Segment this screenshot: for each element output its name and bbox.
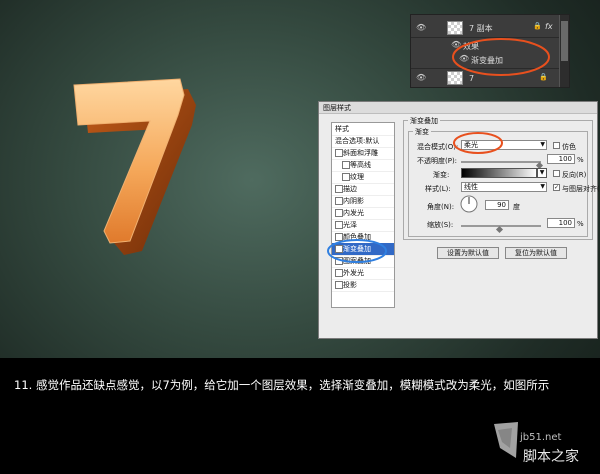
style-select[interactable]: 线性 ▼: [461, 182, 547, 192]
orange-seven-artwork: 7: [60, 55, 210, 260]
opacity-unit: %: [577, 156, 584, 164]
dialog-title: 图层样式: [323, 104, 351, 112]
chevron-down-icon: ▼: [540, 141, 545, 148]
scale-unit: %: [577, 220, 584, 228]
group-title: 渐变叠加: [408, 116, 440, 126]
dither-checkbox[interactable]: [553, 142, 560, 149]
watermark-url: jb51.net: [520, 432, 562, 443]
fx-icon[interactable]: fx: [545, 22, 553, 31]
annotation-circle-blend: [453, 132, 503, 154]
tutorial-screenshot: 7 👁 7 副本 🔒 fx 👁 效果 👁 渐变叠加 👁 7 🔒 图层样式 样式 …: [0, 0, 600, 474]
subgroup-title: 渐变: [413, 127, 431, 137]
layer-style-dialog: 图层样式 样式 混合选项:默认 斜面和浮雕 等高线 纹理 描边 内阴影 内发光 …: [318, 101, 600, 339]
angle-unit: 度: [513, 203, 520, 211]
angle-input[interactable]: 90: [485, 200, 509, 210]
annotation-circle-style: [327, 239, 387, 263]
chevron-down-icon[interactable]: ▼: [537, 168, 547, 178]
watermark-logo-icon: [494, 422, 518, 458]
layer-thumbnail: [447, 21, 463, 35]
align-label: 与图层对齐(I): [562, 185, 600, 193]
lock-icon: 🔒: [533, 22, 542, 30]
gradient-label: 渐变:: [433, 171, 450, 179]
opacity-label: 不透明度(P):: [417, 157, 458, 165]
scale-label: 缩放(S):: [427, 221, 454, 229]
reverse-label: 反向(R): [562, 171, 587, 179]
scale-input[interactable]: 100: [547, 218, 575, 228]
reverse-checkbox[interactable]: [553, 170, 560, 177]
layers-scroll-thumb[interactable]: [561, 21, 568, 61]
style-label: 样式(L):: [425, 185, 451, 193]
watermark-name: 脚本之家: [523, 449, 579, 465]
angle-dial-icon[interactable]: [459, 194, 479, 214]
scale-slider-knob[interactable]: [495, 225, 504, 234]
opacity-input[interactable]: 100: [547, 154, 575, 164]
opacity-slider[interactable]: [461, 161, 541, 163]
angle-label: 角度(N):: [427, 203, 455, 211]
style-item-drop-shadow[interactable]: 投影: [332, 279, 394, 292]
caption-text: 11. 感觉作品还缺点感觉，以7为例，给它加一个图层效果，选择渐变叠加，模糊模式…: [14, 378, 550, 392]
annotation-circle-layers: [452, 38, 550, 76]
set-default-button[interactable]: 设置为默认值: [437, 247, 499, 259]
align-checkbox[interactable]: ✓: [553, 184, 560, 191]
reset-default-button[interactable]: 复位为默认值: [505, 247, 567, 259]
eye-icon[interactable]: 👁: [416, 74, 426, 82]
eye-icon[interactable]: 👁: [416, 24, 426, 32]
chevron-down-icon: ▼: [540, 183, 545, 190]
gradient-picker[interactable]: [461, 168, 537, 178]
layers-panel: 👁 7 副本 🔒 fx 👁 效果 👁 渐变叠加 👁 7 🔒: [410, 14, 570, 88]
dither-label: 仿色: [562, 143, 576, 151]
dialog-titlebar[interactable]: 图层样式: [319, 102, 597, 114]
layer-name: 7 副本: [469, 24, 493, 33]
style-list: 样式 混合选项:默认 斜面和浮雕 等高线 纹理 描边 内阴影 内发光 光泽 颜色…: [331, 122, 395, 308]
